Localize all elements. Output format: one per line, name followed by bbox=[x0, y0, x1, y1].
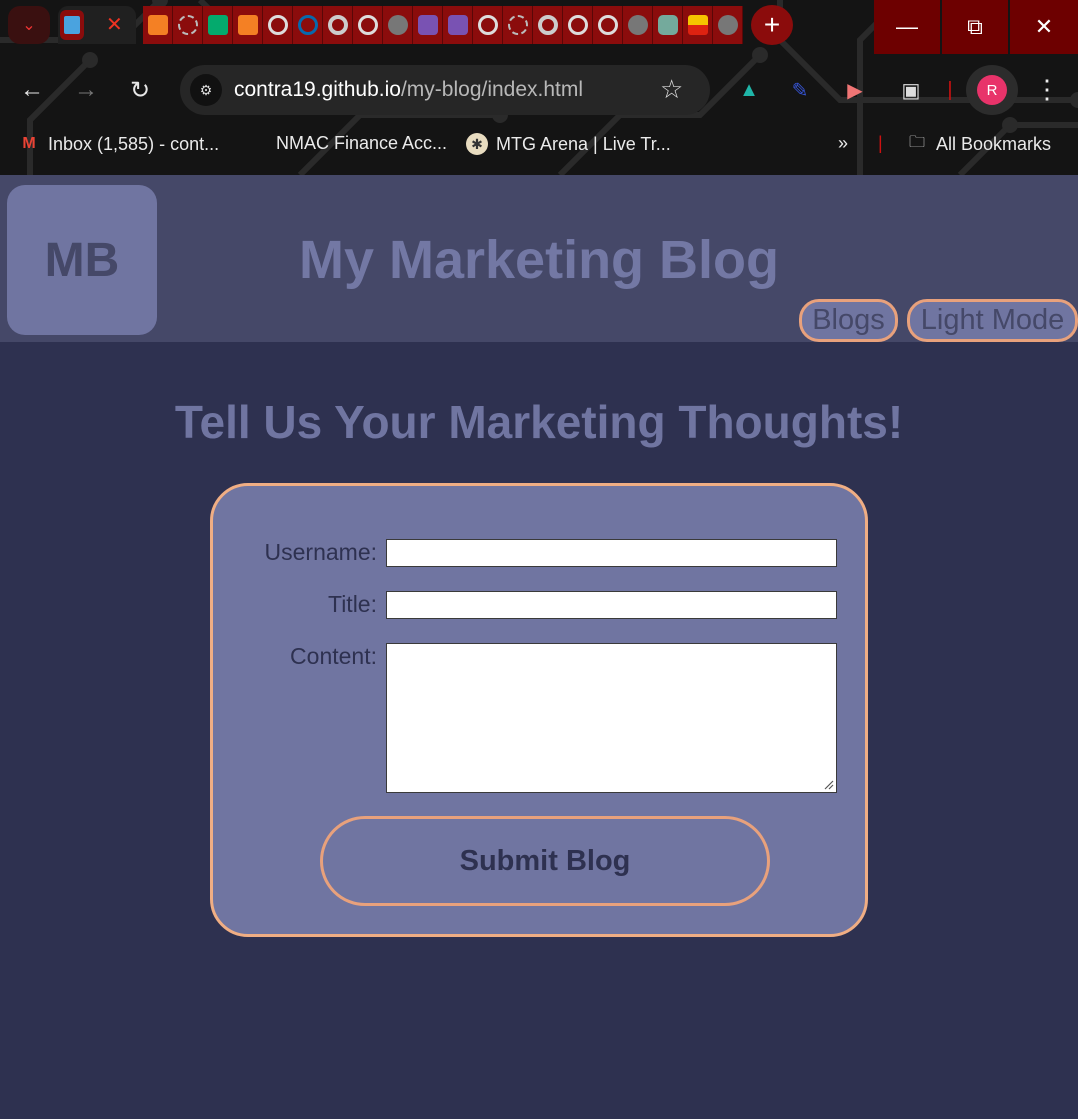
browser-chrome: ⌄ ✕ + — ⧉ ✕ ← → ↻ ⚙ contra19.github.io/m… bbox=[0, 0, 1078, 175]
resize-handle-icon[interactable] bbox=[822, 778, 834, 790]
tab-strip: ⌄ ✕ + — ⧉ ✕ bbox=[0, 0, 1078, 54]
gmail-icon: M bbox=[22, 135, 36, 152]
google-tab-icon[interactable] bbox=[263, 6, 293, 44]
bookmark-star-icon[interactable]: ☆ bbox=[660, 74, 683, 105]
stackoverflow-tab-icon[interactable] bbox=[143, 6, 173, 44]
bootstrap-tab-icon[interactable] bbox=[443, 6, 473, 44]
title-input[interactable] bbox=[386, 591, 837, 619]
site-tab-icon[interactable] bbox=[503, 6, 533, 44]
blogs-button[interactable]: Blogs bbox=[799, 299, 898, 342]
chevron-down-icon: ⌄ bbox=[22, 17, 36, 34]
close-window-button[interactable]: ✕ bbox=[1010, 0, 1078, 54]
reload-icon: ↻ bbox=[129, 76, 151, 104]
bookmark-nmac[interactable]: NMAC Finance Acc... bbox=[276, 133, 447, 154]
bookmark-gmail[interactable]: M Inbox (1,585) - cont... bbox=[18, 133, 219, 155]
content-label: Content: bbox=[290, 643, 377, 669]
username-input[interactable] bbox=[386, 539, 837, 567]
folder-icon: 🗀 bbox=[908, 133, 925, 151]
back-button[interactable]: ← bbox=[16, 74, 48, 106]
tab-close-icon[interactable]: ✕ bbox=[106, 14, 123, 36]
chatgpt-tab-icon[interactable] bbox=[653, 6, 683, 44]
forward-button[interactable]: → bbox=[70, 74, 102, 106]
restore-button[interactable]: ⧉ bbox=[942, 0, 1008, 54]
extension-pen-icon[interactable]: ✎ bbox=[788, 74, 812, 106]
username-label: Username: bbox=[264, 539, 377, 565]
globe-tab-icon[interactable] bbox=[383, 6, 413, 44]
url-text[interactable]: contra19.github.io/my-blog/index.html bbox=[234, 78, 583, 102]
page: MB My Marketing Blog Blogs Light Mode Te… bbox=[0, 175, 1078, 1119]
bookmarks-divider: | bbox=[878, 133, 883, 153]
flag-tab-icon[interactable] bbox=[683, 6, 713, 44]
new-tab-button[interactable]: + bbox=[751, 5, 793, 45]
globe-tab-icon[interactable] bbox=[623, 6, 653, 44]
w3schools-tab-icon[interactable] bbox=[203, 6, 233, 44]
google-tab-icon[interactable] bbox=[353, 6, 383, 44]
bookmark-mtg[interactable]: ✱ MTG Arena | Live Tr... bbox=[466, 133, 671, 155]
google-tab-icon[interactable] bbox=[473, 6, 503, 44]
extension-teal-icon[interactable]: ▲ bbox=[734, 74, 764, 106]
google-tab-icon[interactable] bbox=[593, 6, 623, 44]
tab-active[interactable]: ✕ bbox=[58, 6, 136, 44]
minimize-button[interactable]: — bbox=[874, 0, 940, 54]
jquery-tab-icon[interactable] bbox=[293, 6, 323, 44]
arrow-right-icon: → bbox=[74, 76, 98, 103]
site-settings-icon[interactable]: ⚙ bbox=[190, 74, 222, 106]
all-bookmarks-button[interactable]: 🗀 All Bookmarks bbox=[906, 133, 1051, 155]
toolbar-divider: | bbox=[947, 78, 953, 101]
google-tab-icon[interactable] bbox=[563, 6, 593, 44]
address-bar[interactable]: ⚙ contra19.github.io/my-blog/index.html … bbox=[180, 65, 710, 115]
title-label: Title: bbox=[328, 591, 377, 617]
pinned-tabs bbox=[143, 6, 743, 44]
bank-favicon-icon bbox=[60, 10, 84, 40]
stackoverflow-tab-icon[interactable] bbox=[233, 6, 263, 44]
site-title: My Marketing Blog bbox=[298, 230, 780, 290]
light-mode-toggle[interactable]: Light Mode bbox=[907, 299, 1078, 342]
form-heading: Tell Us Your Marketing Thoughts! bbox=[174, 396, 904, 448]
chrome-tab-icon[interactable] bbox=[533, 6, 563, 44]
reload-button[interactable]: ↻ bbox=[124, 74, 156, 106]
bookmarks-bar: M Inbox (1,585) - cont... NMAC Finance A… bbox=[0, 126, 1078, 164]
menu-kebab-icon[interactable]: ⋮ bbox=[1034, 74, 1060, 105]
extensions-puzzle-icon[interactable]: ▣ bbox=[896, 74, 926, 106]
submit-blog-button[interactable]: Submit Blog bbox=[320, 816, 770, 906]
content-textarea[interactable] bbox=[386, 643, 837, 793]
blog-form: Username: Title: Content: Submit Blog bbox=[210, 483, 868, 937]
tab-search-button[interactable]: ⌄ bbox=[8, 6, 50, 44]
extension-record-icon[interactable]: ▶ bbox=[840, 74, 870, 106]
bootstrap-tab-icon[interactable] bbox=[413, 6, 443, 44]
bookmarks-overflow-button[interactable]: » bbox=[838, 133, 848, 154]
arrow-left-icon: ← bbox=[20, 76, 44, 103]
site-header: MB My Marketing Blog Blogs Light Mode bbox=[0, 175, 1078, 342]
profile-avatar[interactable]: R bbox=[966, 65, 1018, 115]
mtg-icon: ✱ bbox=[466, 133, 488, 155]
globe-tab-icon[interactable] bbox=[713, 6, 743, 44]
site-tab-icon[interactable] bbox=[173, 6, 203, 44]
chrome-tab-icon[interactable] bbox=[323, 6, 353, 44]
